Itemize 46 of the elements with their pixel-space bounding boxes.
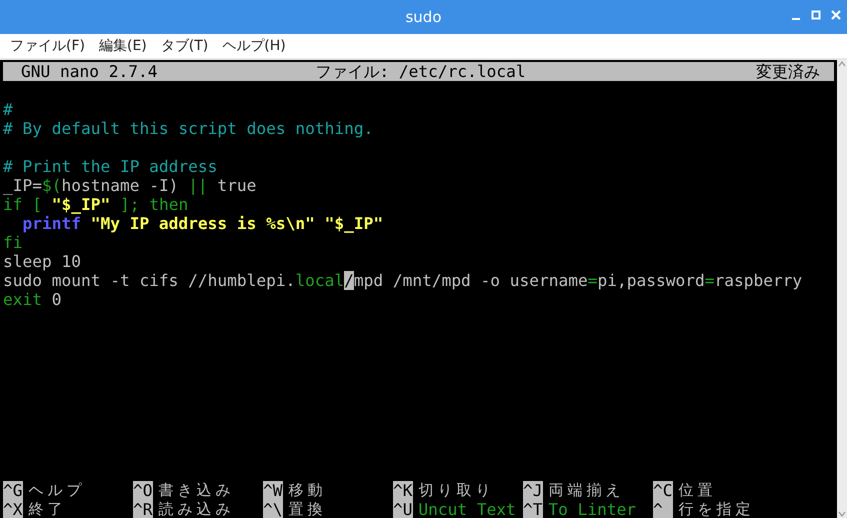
shortcut-label: 読み込み <box>158 500 234 518</box>
code-line: sudo mount -t cifs //humblepi.local/mpd /mnt/mpd -o username=pi,password=raspberry <box>3 271 804 290</box>
shortcut-label: 位置 <box>678 481 716 500</box>
shortcut-label: 移動 <box>288 481 326 500</box>
file-name: ファイル: /etc/rc.local <box>314 62 527 81</box>
shortcut-key: ^W <box>263 481 282 500</box>
shortcut-key: ^G <box>3 481 22 500</box>
scroll-down-icon[interactable] <box>838 510 846 518</box>
shortcut-key: ^R <box>133 500 152 518</box>
shortcut-label: Uncut Text <box>418 500 516 518</box>
modified-status: 変更済み <box>755 62 820 81</box>
code-line: # By default this script does nothing. <box>3 119 374 138</box>
shortcut-key: ^K <box>393 481 412 500</box>
code-line: _IP=$(hostname -I) || true <box>3 176 258 195</box>
code-line: # <box>3 99 14 119</box>
window-title: sudo <box>405 8 442 26</box>
menu-item[interactable]: ファイル(F) <box>10 37 85 55</box>
shortcut-key: ^X <box>3 500 22 518</box>
shortcut-key: ^\ <box>263 500 282 518</box>
menu-item[interactable]: ヘルプ(H) <box>222 37 286 55</box>
shortcut-key: ^U <box>393 500 412 518</box>
code-line: sleep 10 <box>3 252 82 271</box>
menu-item[interactable]: 編集(E) <box>98 37 147 55</box>
close-icon[interactable] <box>831 9 841 21</box>
shortcut-label: 切り取り <box>418 481 494 500</box>
code-line: # Print the IP address <box>3 156 218 176</box>
scroll-up-icon[interactable] <box>838 60 846 68</box>
shortcut-key: ^T <box>523 500 542 518</box>
maximize-icon[interactable] <box>811 9 821 21</box>
menu-item[interactable]: タブ(T) <box>160 37 208 55</box>
code-line: exit 0 <box>3 290 62 309</box>
shortcut-label: 終了 <box>28 500 66 518</box>
shortcut-label: To Linter <box>548 500 636 518</box>
shortcut-label: 行を指定 <box>678 500 754 518</box>
shortcut-label: ヘルプ <box>28 481 86 500</box>
code-line: fi <box>3 233 24 252</box>
code-line: if [ "$_IP" ]; then <box>3 195 190 214</box>
shortcut-label: 書き込み <box>158 481 234 500</box>
nano-version: GNU nano 2.7.4 <box>21 62 158 81</box>
shortcut-key: ^J <box>523 481 542 500</box>
code-line: printf "My IP address is %s\n" "$_IP" <box>21 214 384 233</box>
shortcut-key: ^O <box>133 481 152 500</box>
shortcut-key: ^_ <box>653 500 672 518</box>
shortcut-label: 両端揃え <box>548 481 624 500</box>
shortcut-key: ^C <box>653 481 672 500</box>
shortcut-label: 置換 <box>288 500 326 518</box>
